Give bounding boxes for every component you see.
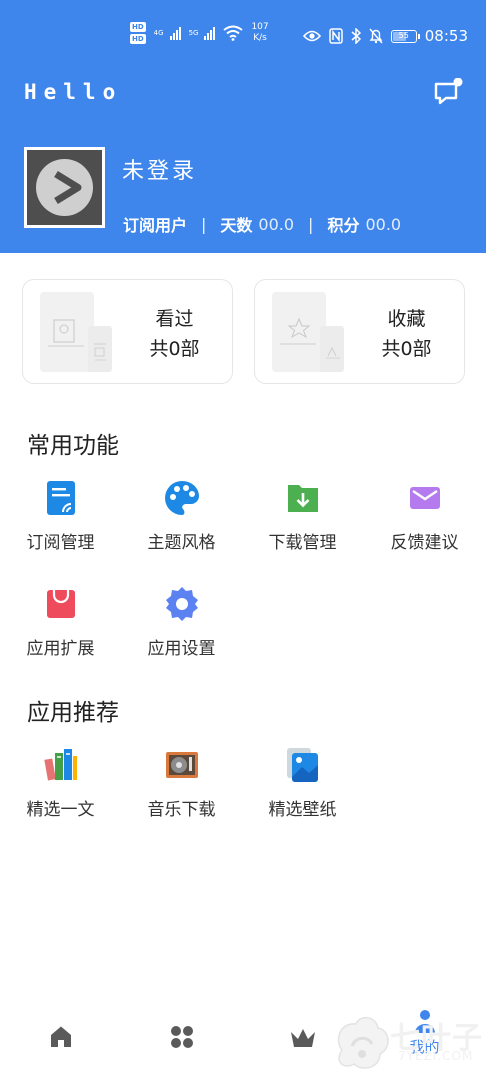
recommend-title: 应用推荐 [27,700,119,726]
articles-label: 精选一文 [26,800,95,820]
wallpaper-label: 精选壁纸 [268,800,337,820]
wallpaper-icon [286,748,318,782]
history-title: 看过 [155,308,194,330]
history-count: 共0部 [149,338,200,360]
status-bar: HD HD 4G 5G 107 K/s 55 08:53 [0,0,486,70]
home-icon [50,1026,71,1047]
grid-item-subscription[interactable]: 订阅管理 [0,480,121,553]
grid-item-articles[interactable]: 精选一文 [0,747,121,820]
favorites-title: 收藏 [387,308,426,330]
settings-gear-icon [165,587,198,621]
history-illustration-icon [40,292,112,372]
grid-item-settings[interactable]: 应用设置 [121,586,242,659]
grid-item-feedback[interactable]: 反馈建议 [364,480,485,553]
mail-icon [409,487,440,509]
wifi-icon [223,25,244,41]
feedback-label: 反馈建议 [390,533,459,553]
play-logo-icon [54,171,82,204]
days-value: 00.0 [258,214,295,234]
user-type: 订阅用户 [123,216,188,235]
clock: 08:53 [424,27,468,45]
favorites-card-text: 收藏 共0部 [359,304,454,364]
days-label: 天数 [220,216,253,235]
favorites-illustration-icon [272,292,344,372]
palette-icon [164,481,199,515]
tab-home[interactable] [0,1024,121,1050]
history-card[interactable]: 看过 共0部 [22,279,233,384]
grid-item-wallpaper[interactable]: 精选壁纸 [242,747,363,820]
watermark-sub: 7YEZI.COM [398,1049,474,1063]
user-stats: 订阅用户 | 天数 00.0 | 积分 00.0 [123,212,401,236]
subscription-icon [46,481,75,515]
extension-label: 应用扩展 [26,639,95,659]
favorites-count: 共0部 [381,338,432,360]
bluetooth-icon [351,28,361,44]
common-functions-title: 常用功能 [27,433,119,459]
hd-badge-2: HD [130,34,146,44]
subscription-label: 订阅管理 [26,533,95,553]
eye-icon [302,30,321,42]
music-label: 音乐下载 [147,800,216,820]
profile-header: HD HD 4G 5G 107 K/s 55 08:53 Hello 未登录 订… [0,0,486,253]
grid-item-download[interactable]: 下载管理 [242,480,363,553]
signal-icon-1 [169,26,181,40]
shopping-bag-icon [46,590,75,618]
grid-item-music[interactable]: 音乐下载 [121,747,242,820]
status-right: 55 08:53 [302,27,468,45]
apps-grid-icon [170,1026,193,1048]
music-player-icon [165,752,198,778]
mute-bell-icon [369,28,383,44]
avatar[interactable] [24,147,105,228]
settings-label: 应用设置 [147,639,216,659]
message-icon[interactable] [432,78,464,106]
books-icon [43,749,77,781]
theme-label: 主题风格 [147,533,216,553]
net-gen-1: 4G [153,29,164,37]
favorites-card[interactable]: 收藏 共0部 [254,279,465,384]
net-gen-2: 5G [188,29,199,37]
tab-apps[interactable] [121,1024,242,1050]
grid-item-extension[interactable]: 应用扩展 [0,586,121,659]
hd-badges: HD HD [130,22,146,44]
app-greeting: Hello [24,80,123,104]
login-status[interactable]: 未登录 [122,153,197,185]
download-folder-icon [287,485,318,512]
nfc-icon [329,28,343,44]
crown-icon [290,1029,315,1047]
grid-item-theme[interactable]: 主题风格 [121,480,242,553]
history-card-text: 看过 共0部 [127,304,222,364]
status-left: HD HD 4G 5G 107 K/s [130,22,269,44]
signal-icon-2 [204,26,216,40]
download-label: 下载管理 [268,533,337,553]
hd-badge-1: HD [130,22,146,32]
battery-icon: 55 [390,29,420,43]
points-value: 00.0 [365,214,402,234]
net-speed: 107 K/s [251,22,269,43]
points-label: 积分 [327,216,360,235]
